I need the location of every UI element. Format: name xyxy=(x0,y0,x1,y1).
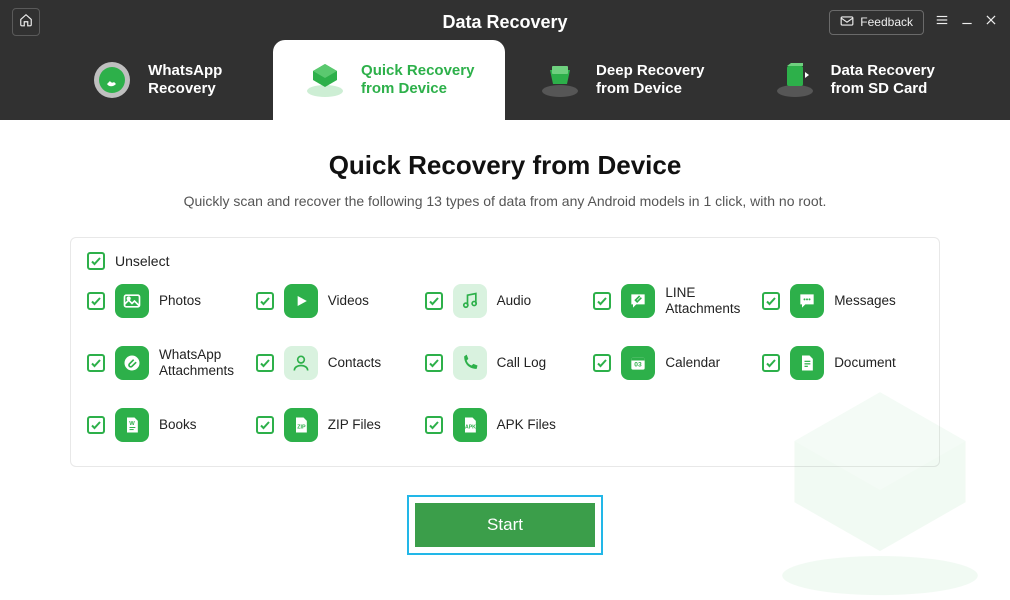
minimize-button[interactable] xyxy=(960,13,974,32)
item-checkbox[interactable] xyxy=(425,292,443,310)
item-checkbox[interactable] xyxy=(425,416,443,434)
whatsapp-recovery-icon xyxy=(90,58,134,102)
item-label: Videos xyxy=(328,293,369,309)
tab-label-line1: Data Recovery xyxy=(831,62,935,80)
tab-quick-recovery[interactable]: Quick Recovery from Device xyxy=(273,40,506,120)
page-subtitle: Quickly scan and recover the following 1… xyxy=(70,193,940,209)
window-controls: Feedback xyxy=(829,10,998,35)
item-checkbox[interactable] xyxy=(87,292,105,310)
item-checkbox[interactable] xyxy=(256,292,274,310)
item-checkbox[interactable] xyxy=(87,354,105,372)
start-wrap: Start xyxy=(70,495,940,555)
item-label: Books xyxy=(159,417,197,433)
item-call-log: Call Log xyxy=(425,346,586,380)
data-type-grid: Photos Videos Audio LINE Attachments xyxy=(87,284,923,442)
apk-icon: APK xyxy=(453,408,487,442)
sd-card-recovery-icon xyxy=(773,58,817,102)
menu-button[interactable] xyxy=(934,13,950,32)
mail-icon xyxy=(840,15,854,30)
item-checkbox[interactable] xyxy=(762,354,780,372)
item-videos: Videos xyxy=(256,284,417,318)
item-checkbox[interactable] xyxy=(425,354,443,372)
tab-label-line1: Deep Recovery xyxy=(596,62,704,80)
item-checkbox[interactable] xyxy=(256,354,274,372)
svg-text:APK: APK xyxy=(465,424,476,430)
item-label: APK Files xyxy=(497,417,556,433)
tab-label-line2: from Device xyxy=(361,80,474,98)
item-audio: Audio xyxy=(425,284,586,318)
close-icon xyxy=(984,13,998,32)
document-icon xyxy=(790,346,824,380)
page-title: Quick Recovery from Device xyxy=(70,150,940,181)
item-label: WhatsApp Attachments xyxy=(159,347,241,378)
item-whatsapp-attachments: WhatsApp Attachments xyxy=(87,346,248,380)
item-checkbox[interactable] xyxy=(762,292,780,310)
item-label: Contacts xyxy=(328,355,381,371)
contacts-icon xyxy=(284,346,318,380)
tab-label-line2: from SD Card xyxy=(831,80,935,98)
start-button[interactable]: Start xyxy=(415,503,595,547)
call-log-icon xyxy=(453,346,487,380)
tab-label-line1: Quick Recovery xyxy=(361,62,474,80)
unselect-label: Unselect xyxy=(115,253,169,269)
item-label: Document xyxy=(834,355,896,371)
svg-text:W: W xyxy=(129,421,135,427)
tab-label-line2: from Device xyxy=(596,80,704,98)
tab-deep-recovery[interactable]: Deep Recovery from Device xyxy=(505,40,738,120)
item-messages: Messages xyxy=(762,284,923,318)
home-icon xyxy=(19,13,33,32)
feedback-label: Feedback xyxy=(860,15,913,29)
tabs-row: WhatsApp Recovery Quick Recovery from De… xyxy=(0,40,1010,120)
messages-icon xyxy=(790,284,824,318)
item-label: Audio xyxy=(497,293,532,309)
header-bar: Data Recovery Feedback xyxy=(0,0,1010,120)
topbar: Data Recovery Feedback xyxy=(0,0,1010,36)
item-line-attachments: LINE Attachments xyxy=(593,284,754,318)
deep-recovery-icon xyxy=(538,58,582,102)
feedback-button[interactable]: Feedback xyxy=(829,10,924,35)
item-label: Photos xyxy=(159,293,201,309)
item-calendar: 03 Calendar xyxy=(593,346,754,380)
svg-text:03: 03 xyxy=(635,361,643,368)
start-button-highlight: Start xyxy=(407,495,603,555)
item-photos: Photos xyxy=(87,284,248,318)
item-contacts: Contacts xyxy=(256,346,417,380)
item-document: Document xyxy=(762,346,923,380)
home-button[interactable] xyxy=(12,8,40,36)
tab-sd-card-recovery[interactable]: Data Recovery from SD Card xyxy=(738,40,971,120)
item-zip-files: ZIP ZIP Files xyxy=(256,408,417,442)
data-types-panel: Unselect Photos Videos Audio LIN xyxy=(70,237,940,467)
item-label: Messages xyxy=(834,293,896,309)
item-label: Calendar xyxy=(665,355,720,371)
minimize-icon xyxy=(960,13,974,32)
tab-label-line2: Recovery xyxy=(148,80,222,98)
tab-label-line1: WhatsApp xyxy=(148,62,222,80)
item-checkbox[interactable] xyxy=(256,416,274,434)
item-checkbox[interactable] xyxy=(593,292,611,310)
item-label: LINE Attachments xyxy=(665,285,747,316)
main-content: Quick Recovery from Device Quickly scan … xyxy=(0,120,1010,555)
item-label: Call Log xyxy=(497,355,547,371)
tab-whatsapp-recovery[interactable]: WhatsApp Recovery xyxy=(40,40,273,120)
app-title: Data Recovery xyxy=(442,12,567,33)
item-apk-files: APK APK Files xyxy=(425,408,586,442)
unselect-row: Unselect xyxy=(87,252,923,270)
calendar-icon: 03 xyxy=(621,346,655,380)
close-button[interactable] xyxy=(984,13,998,32)
item-label: ZIP Files xyxy=(328,417,381,433)
zip-icon: ZIP xyxy=(284,408,318,442)
menu-icon xyxy=(934,13,950,32)
videos-icon xyxy=(284,284,318,318)
books-icon: W xyxy=(115,408,149,442)
svg-text:ZIP: ZIP xyxy=(297,424,306,430)
line-attachments-icon xyxy=(621,284,655,318)
unselect-all-checkbox[interactable] xyxy=(87,252,105,270)
item-checkbox[interactable] xyxy=(87,416,105,434)
quick-recovery-icon xyxy=(303,58,347,102)
photos-icon xyxy=(115,284,149,318)
item-books: W Books xyxy=(87,408,248,442)
whatsapp-attachments-icon xyxy=(115,346,149,380)
audio-icon xyxy=(453,284,487,318)
item-checkbox[interactable] xyxy=(593,354,611,372)
